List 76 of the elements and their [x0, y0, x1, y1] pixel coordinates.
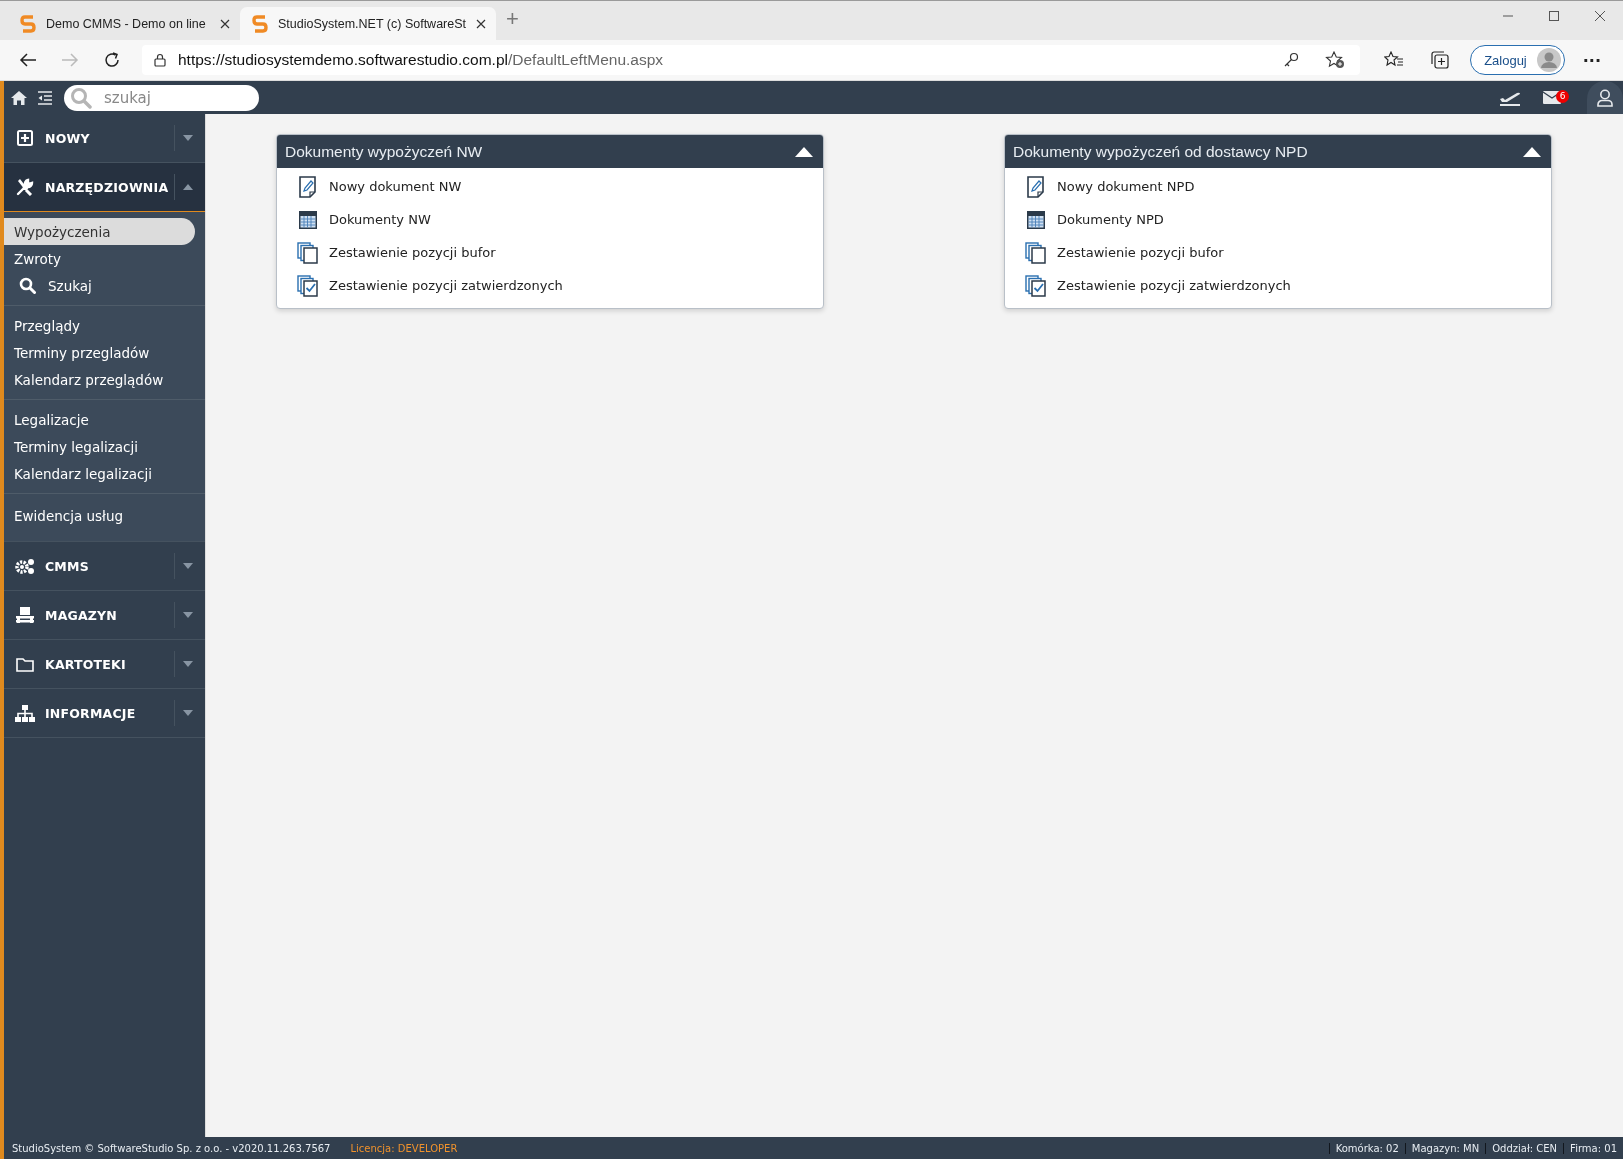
- status-field: Komórka: 02: [1328, 1142, 1405, 1154]
- new-tab-button[interactable]: +: [496, 5, 529, 36]
- avatar-icon: [1536, 48, 1561, 72]
- menu-section[interactable]: CMMS: [4, 542, 205, 591]
- address-field[interactable]: https://studiosystemdemo.softwarestudio.com.pl/DefaultLeftMenu.aspx: [142, 45, 1361, 75]
- section-label: NOWY: [44, 130, 91, 146]
- search-icon: [18, 277, 36, 294]
- license-text: Licencja: DEVELOPER: [350, 1142, 458, 1154]
- panel-link[interactable]: Zestawienie pozycji zatwierdzonych: [1005, 269, 1551, 302]
- section-label: MAGAZYN: [44, 607, 119, 623]
- copyright-text: StudioSystem © SoftwareStudio Sp. z o.o. - v2020.11.263.7567: [12, 1142, 331, 1154]
- tab-title: Demo CMMS - Demo on line: [46, 16, 207, 31]
- tools-icon: [14, 178, 36, 196]
- user-icon: [1597, 88, 1613, 107]
- sitemap-icon: [14, 704, 36, 722]
- panel-link[interactable]: Nowy dokument NW: [277, 170, 823, 203]
- menu-section[interactable]: MAGAZYN: [4, 591, 205, 640]
- status-field: Magazyn: MN: [1404, 1142, 1486, 1154]
- tab-title: StudioSystem.NET (c) SoftwareSt: [278, 16, 467, 31]
- gears-icon: [14, 557, 36, 575]
- browser-tab[interactable]: StudioSystem.NET (c) SoftwareSt: [240, 7, 497, 40]
- approved-documents-icon: [1025, 274, 1047, 297]
- plus-square-icon: [14, 130, 36, 146]
- close-icon[interactable]: [220, 18, 230, 29]
- documents-icon: [297, 241, 319, 264]
- section-label: CMMS: [44, 558, 90, 574]
- more-button[interactable]: ···: [1570, 50, 1613, 70]
- close-icon[interactable]: [476, 18, 487, 29]
- panel-link[interactable]: Zestawienie pozycji bufor: [277, 236, 823, 269]
- documents-icon: [1025, 241, 1047, 264]
- menu-section[interactable]: NARZĘDZIOWNIA: [4, 163, 205, 212]
- table-icon: [1025, 208, 1047, 231]
- menu-item[interactable]: Wypożyczenia: [4, 218, 195, 245]
- panel-link[interactable]: Dokumenty NW: [277, 203, 823, 236]
- menu-item[interactable]: Przeglądy: [4, 312, 195, 339]
- status-field: Oddział: CEN: [1485, 1142, 1564, 1154]
- document-edit-icon: [297, 175, 319, 198]
- menu-item[interactable]: Ewidencja usług: [4, 502, 195, 529]
- search-field[interactable]: szukaj: [64, 84, 259, 111]
- menu-section[interactable]: INFORMACJE: [4, 689, 205, 738]
- approved-documents-icon: [297, 274, 319, 297]
- menu-section[interactable]: KARTOTEKI: [4, 640, 205, 689]
- menu-item[interactable]: Kalendarz przeglądów: [4, 366, 195, 393]
- menu-item[interactable]: Szukaj: [4, 272, 195, 299]
- logo-icon: [20, 14, 36, 33]
- panel-link[interactable]: Zestawienie pozycji zatwierdzonych: [277, 269, 823, 302]
- url-text: https://studiosystemdemo.softwarestudio.com.pl/DefaultLeftMenu.aspx: [178, 51, 664, 69]
- menu-item[interactable]: Zwroty: [4, 245, 195, 272]
- document-edit-icon: [1025, 175, 1047, 198]
- menu-item[interactable]: Legalizacje: [4, 406, 195, 433]
- section-label: NARZĘDZIOWNIA: [44, 179, 170, 195]
- section-label: INFORMACJE: [44, 705, 137, 721]
- panel-header[interactable]: Dokumenty wypożyczeń od dostawcy NPD: [1005, 135, 1551, 168]
- panel-link[interactable]: Dokumenty NPD: [1005, 203, 1551, 236]
- mail-icon[interactable]: [1543, 91, 1561, 104]
- lock-icon: [154, 53, 166, 67]
- pallet-icon: [14, 607, 36, 623]
- profile-button[interactable]: Zaloguj: [1470, 45, 1565, 75]
- section-label: KARTOTEKI: [44, 656, 127, 672]
- collapse-icon[interactable]: [795, 146, 813, 157]
- panel-link[interactable]: Zestawienie pozycji bufor: [1005, 236, 1551, 269]
- panel-header[interactable]: Dokumenty wypożyczeń NW: [277, 135, 823, 168]
- table-icon: [297, 208, 319, 231]
- logo-icon: [252, 14, 268, 33]
- panel-title: Dokumenty wypożyczeń NW: [285, 142, 484, 161]
- menu-item[interactable]: Terminy legalizacji: [4, 433, 195, 460]
- user-button[interactable]: [1587, 81, 1623, 114]
- menu-item[interactable]: Kalendarz legalizacji: [4, 460, 195, 487]
- notification-badge: 6: [1556, 89, 1569, 103]
- folder-icon: [14, 656, 36, 672]
- status-field: Firma: 01: [1563, 1142, 1623, 1154]
- browser-tab[interactable]: Demo CMMS - Demo on line: [8, 7, 240, 40]
- menu-item[interactable]: Terminy przegladów: [4, 339, 195, 366]
- panel-link[interactable]: Nowy dokument NPD: [1005, 170, 1551, 203]
- collapse-icon[interactable]: [1523, 146, 1541, 157]
- panel-title: Dokumenty wypożyczeń od dostawcy NPD: [1013, 142, 1309, 161]
